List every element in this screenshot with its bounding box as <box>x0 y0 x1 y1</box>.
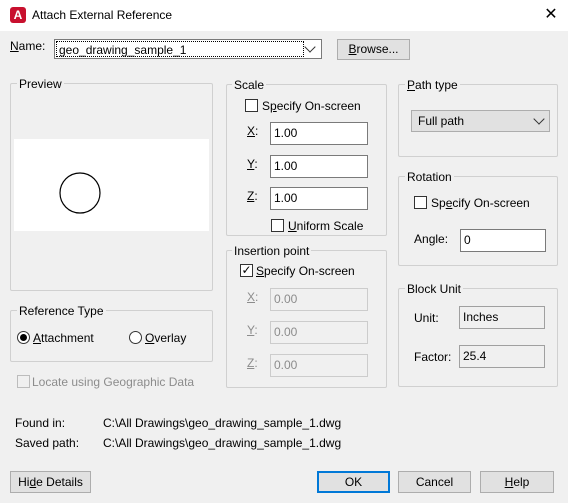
name-combo-value: geo_drawing_sample_1 <box>59 43 187 57</box>
insertion-specify-checkbox[interactable]: ✓ <box>240 264 253 277</box>
factor-label: Factor: <box>414 350 452 364</box>
rotation-group <box>398 176 558 266</box>
reference-type-label: Reference Type <box>17 304 106 318</box>
scale-x-input[interactable]: 1.00 <box>270 122 368 145</box>
block-unit-label: Block Unit <box>405 282 464 296</box>
cancel-button[interactable]: Cancel <box>398 471 471 493</box>
name-label: Name: <box>10 39 46 53</box>
insertion-y-label: Y: <box>247 323 258 337</box>
path-type-label: Path type <box>405 78 460 92</box>
rotation-specify-checkbox[interactable] <box>414 196 427 209</box>
preview-canvas <box>14 139 209 231</box>
saved-path-value: C:\All Drawings\geo_drawing_sample_1.dwg <box>103 436 342 450</box>
close-icon[interactable]: ✕ <box>538 4 564 26</box>
chevron-down-icon[interactable] <box>304 41 316 53</box>
scale-specify-checkbox[interactable] <box>245 99 258 112</box>
browse-button[interactable]: Browse... <box>337 39 410 60</box>
overlay-radio[interactable] <box>129 331 142 344</box>
attachment-label[interactable]: Attachment <box>33 331 94 345</box>
rotation-specify-label[interactable]: Specify On-screen <box>431 196 530 210</box>
uniform-scale-checkbox[interactable] <box>271 219 284 232</box>
scale-label: Scale <box>232 78 267 92</box>
ok-button[interactable]: OK <box>317 471 390 493</box>
uniform-scale-label[interactable]: Uniform Scale <box>288 219 363 233</box>
hide-details-button[interactable]: Hide Details <box>10 471 91 493</box>
unit-value: Inches <box>459 306 545 329</box>
insertion-x-label: X: <box>247 290 259 304</box>
unit-label: Unit: <box>414 311 439 325</box>
name-combo[interactable]: geo_drawing_sample_1 <box>54 39 322 59</box>
preview-circle <box>59 172 101 214</box>
scale-z-label: Z: <box>247 189 258 203</box>
rotation-label: Rotation <box>405 170 454 184</box>
found-in-value: C:\All Drawings\geo_drawing_sample_1.dwg <box>103 416 342 430</box>
angle-input[interactable]: 0 <box>460 229 546 252</box>
insertion-specify-label[interactable]: Specify On-screen <box>256 264 355 278</box>
found-in-label: Found in: <box>15 416 66 430</box>
help-button[interactable]: Help <box>480 471 554 493</box>
window-title: Attach External Reference <box>32 8 173 22</box>
chevron-down-icon <box>533 113 545 125</box>
check-icon: ✓ <box>241 263 252 277</box>
path-type-value: Full path <box>418 114 465 128</box>
scale-x-label: X: <box>247 124 259 138</box>
geo-label: Locate using Geographic Data <box>32 375 195 389</box>
attachment-radio[interactable] <box>17 331 30 344</box>
scale-y-label: Y: <box>247 157 258 171</box>
insertion-z-label: Z: <box>247 356 258 370</box>
scale-specify-label[interactable]: Specify On-screen <box>262 99 361 113</box>
insertion-z-input[interactable]: 0.00 <box>270 354 368 377</box>
overlay-label[interactable]: Overlay <box>145 331 186 345</box>
path-type-select[interactable]: Full path <box>411 110 550 132</box>
name-combo-value-frame: geo_drawing_sample_1 <box>56 41 304 57</box>
insertion-label: Insertion point <box>232 244 312 258</box>
block-unit-group <box>398 288 558 387</box>
scale-z-input[interactable]: 1.00 <box>270 187 368 210</box>
insertion-x-input[interactable]: 0.00 <box>270 288 368 311</box>
radio-selected-dot <box>20 334 27 341</box>
preview-label: Preview <box>17 77 64 91</box>
autocad-app-icon: A <box>10 7 26 23</box>
insertion-y-input[interactable]: 0.00 <box>270 321 368 344</box>
scale-y-input[interactable]: 1.00 <box>270 155 368 178</box>
factor-value: 25.4 <box>459 345 545 368</box>
geo-checkbox[interactable] <box>17 375 30 388</box>
angle-label: Angle: <box>414 232 449 246</box>
saved-path-label: Saved path: <box>15 436 80 450</box>
